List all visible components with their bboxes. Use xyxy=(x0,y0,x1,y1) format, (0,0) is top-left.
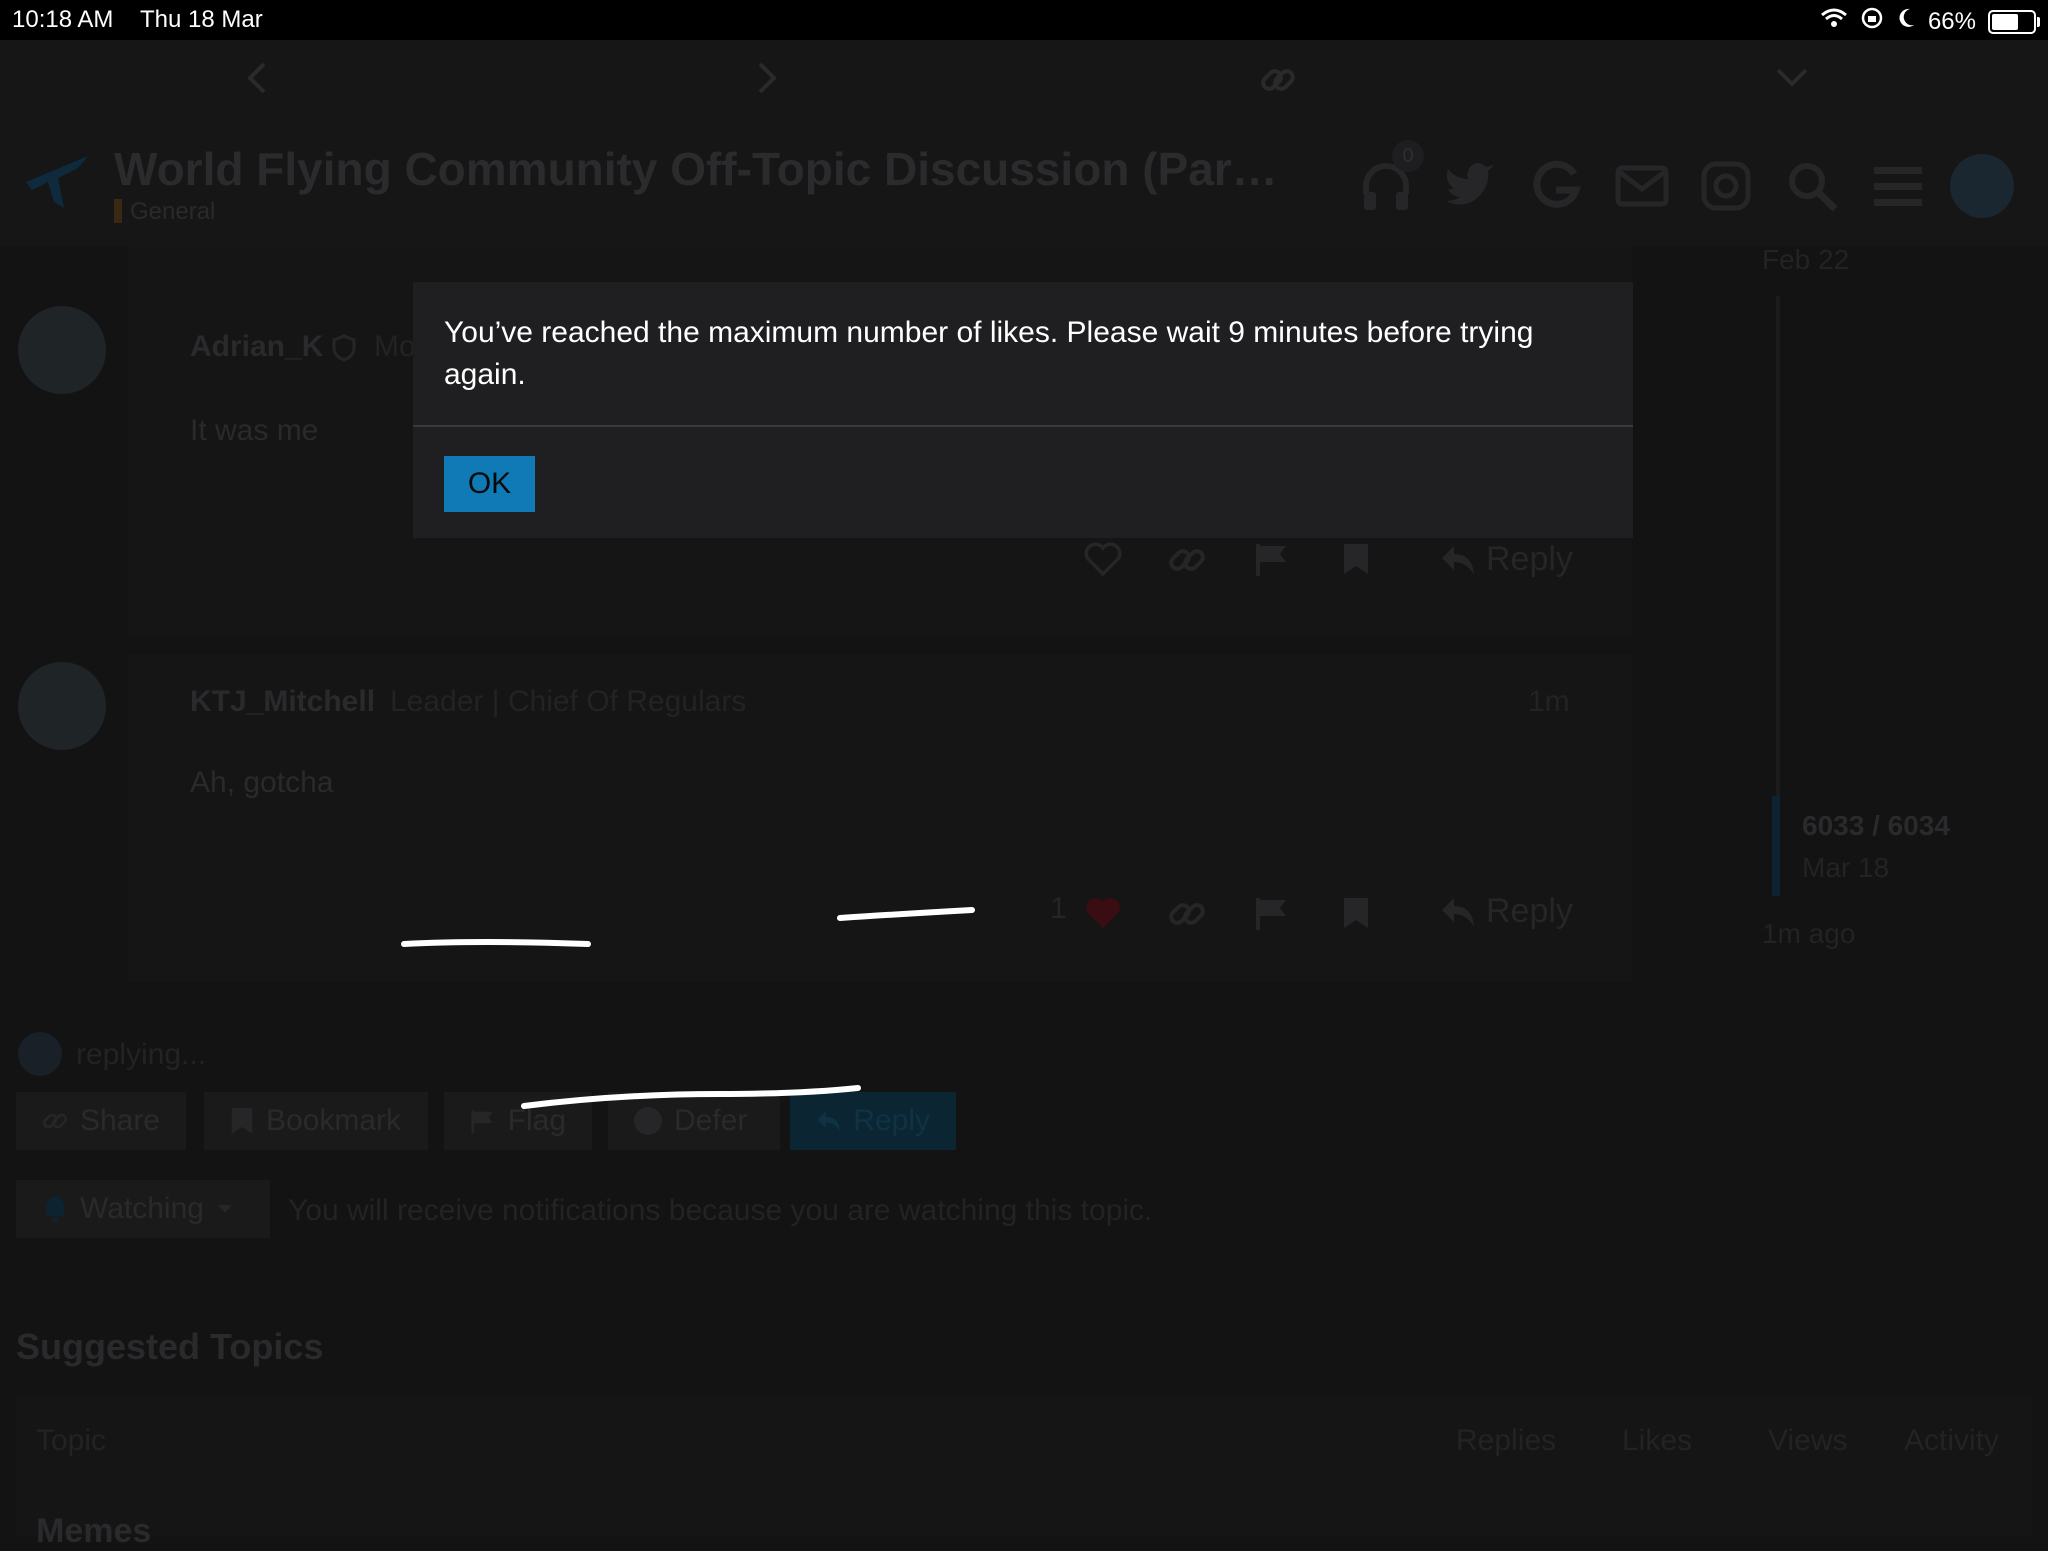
dialog-message: You’ve reached the maximum number of lik… xyxy=(444,316,1534,391)
rate-limit-dialog: You’ve reached the maximum number of lik… xyxy=(413,282,1633,538)
ok-button[interactable]: OK xyxy=(444,456,535,512)
dialog-divider xyxy=(413,425,1633,427)
scribble-annotations xyxy=(401,907,975,1109)
